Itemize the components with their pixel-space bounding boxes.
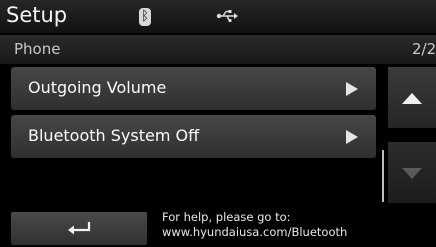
scroll-indicator [382,150,384,202]
chevron-right-icon [346,82,358,96]
back-button[interactable] [11,212,147,245]
page-indicator: 2/2 [412,40,436,58]
bluetooth-icon: ᛒ [139,8,151,26]
help-url: www.hyundaiusa.com/Bluetooth [162,225,348,239]
menu-item-outgoing-volume[interactable]: Outgoing Volume [11,67,376,110]
menu-item-label: Bluetooth System Off [28,126,200,145]
back-arrow-icon [68,222,91,235]
menu-item-label: Outgoing Volume [28,78,167,97]
menu-item-bluetooth-system-off[interactable]: Bluetooth System Off [11,115,376,158]
page-title: Setup [6,3,68,27]
title-bar: Setup ᛒ [0,0,436,33]
usb-icon [216,10,238,23]
scroll-up-icon [402,93,422,104]
scroll-down-button[interactable] [388,142,436,203]
sub-header: Phone 2/2 [0,35,436,64]
help-text: For help, please go to: www.hyundaiusa.c… [162,210,347,240]
section-title: Phone [14,40,61,58]
help-line: For help, please go to: [162,210,291,224]
scroll-up-button[interactable] [388,67,436,128]
scroll-down-icon [402,168,422,179]
chevron-right-icon [346,130,358,144]
